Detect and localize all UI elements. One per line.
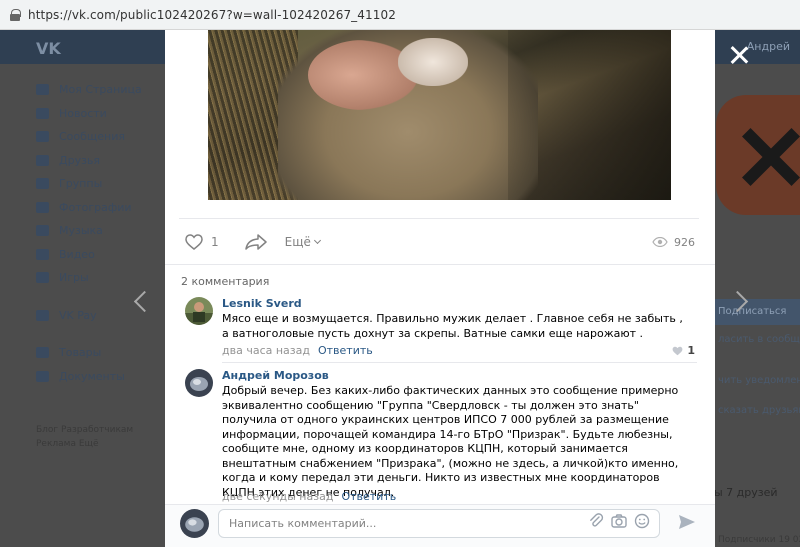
comment-composer: Написать комментарий... <box>165 504 715 547</box>
views-counter: 926 <box>652 236 695 249</box>
url-text[interactable]: https://vk.com/public102420267?w=wall-10… <box>28 8 396 22</box>
sidebar-item-friends[interactable]: Друзья <box>36 149 146 173</box>
sidebar-item-label: Игры <box>59 271 89 285</box>
sidebar-item-label: Видео <box>59 247 95 261</box>
games-icon <box>36 272 49 284</box>
comment-input-placeholder: Написать комментарий... <box>229 517 377 530</box>
eye-icon <box>652 237 668 247</box>
sidebar-item-music[interactable]: Музыка <box>36 219 146 243</box>
share-icon[interactable] <box>244 234 267 250</box>
comment-meta: два часа назад Ответить <box>222 344 373 357</box>
sidebar-footer: Блог Разработчикам Реклама Ещё <box>36 423 133 451</box>
like-icon[interactable] <box>185 234 203 250</box>
send-icon[interactable] <box>678 514 696 530</box>
invite-link[interactable]: ласить в сообщество <box>718 334 800 345</box>
footer-line[interactable]: Блог Разработчикам <box>36 423 133 437</box>
sidebar-item-label: Фотографии <box>59 200 132 214</box>
more-button[interactable]: Ещё <box>284 235 321 249</box>
comment-text: Мясо еще и возмущается. Правильно мужик … <box>222 312 683 340</box>
next-arrow-icon[interactable] <box>732 290 748 314</box>
sidebar-item-label: Документы <box>59 369 125 383</box>
sidebar-item-label: VK Pay <box>59 308 97 322</box>
comment: Lesnik Sverd Мясо еще и возмущается. Пра… <box>185 297 697 363</box>
community-avatar <box>716 95 800 215</box>
chevron-down-icon <box>313 236 321 245</box>
comment-author[interactable]: Андрей Морозов <box>222 369 329 382</box>
sidebar-item-messages[interactable]: Сообщения <box>36 125 146 149</box>
emoji-icon[interactable] <box>634 513 650 529</box>
reply-link[interactable]: Ответить <box>341 490 396 503</box>
post-photo[interactable] <box>208 30 671 200</box>
photos-icon <box>36 201 49 213</box>
sidebar-item-label: Группы <box>59 177 103 191</box>
vkpay-icon <box>36 309 49 321</box>
messages-icon <box>36 131 49 143</box>
attach-icon[interactable] <box>588 513 604 529</box>
sidebar-item-news[interactable]: Новости <box>36 102 146 126</box>
sidebar-item-label: Моя Страница <box>59 83 142 97</box>
comment-meta: две секунды назад Ответить <box>222 490 396 503</box>
market-icon <box>36 347 49 359</box>
comment-like-count: 1 <box>687 344 695 357</box>
sidebar-item-label: Товары <box>59 346 102 360</box>
address-bar[interactable]: https://vk.com/public102420267?w=wall-10… <box>0 0 800 30</box>
comment-author[interactable]: Lesnik Sverd <box>222 297 302 310</box>
sidebar-item-label: Новости <box>59 106 107 120</box>
home-icon <box>36 84 49 96</box>
friends-icon <box>36 154 49 166</box>
like-icon <box>672 346 683 356</box>
comment-time[interactable]: два часа назад <box>222 344 310 357</box>
sidebar-item-label: Сообщения <box>59 130 126 144</box>
avatar[interactable] <box>180 509 209 538</box>
notifications-link[interactable]: чить уведомления <box>718 375 800 386</box>
vk-logo: VK <box>36 39 61 58</box>
comments-count-title: 2 комментария <box>181 275 270 288</box>
sidebar-item-photos[interactable]: Фотографии <box>36 196 146 220</box>
reply-link[interactable]: Ответить <box>318 344 373 357</box>
comments-section: 2 комментария Lesnik Sverd Мясо еще и во… <box>165 264 715 504</box>
music-icon <box>36 225 49 237</box>
sidebar-item-label: Музыка <box>59 224 103 238</box>
camera-icon[interactable] <box>611 513 627 529</box>
comment: Андрей Морозов Добрый вечер. Без каких-л… <box>185 369 697 503</box>
more-label: Ещё <box>284 235 311 249</box>
followers-count: Подписчики 19 025 <box>718 535 800 545</box>
comment-time[interactable]: две секунды назад <box>222 490 333 503</box>
sidebar-item-my-page[interactable]: Моя Страница <box>36 78 146 102</box>
video-icon <box>36 248 49 260</box>
sidebar: Моя Страница Новости Сообщения Друзья Гр… <box>36 78 146 388</box>
sidebar-item-video[interactable]: Видео <box>36 243 146 267</box>
news-icon <box>36 107 49 119</box>
views-count: 926 <box>674 235 695 249</box>
groups-icon <box>36 178 49 190</box>
comment-text: Добрый вечер. Без каких-либо фактических… <box>222 384 679 499</box>
subscribe-button[interactable]: Подписаться <box>714 299 800 325</box>
sidebar-item-vkpay[interactable]: VK Pay <box>36 304 146 328</box>
prev-arrow-icon[interactable] <box>132 290 148 314</box>
tell-friends-link[interactable]: сказать друзьям <box>718 405 800 416</box>
sidebar-item-games[interactable]: Игры <box>36 266 146 290</box>
friends-count: ы 7 друзей <box>714 486 778 499</box>
sidebar-item-market[interactable]: Товары <box>36 341 146 365</box>
comment-like-button[interactable]: 1 <box>672 344 695 357</box>
post-modal: 1 Ещё 926 2 комментария Lesnik Sverd Мяс… <box>165 30 715 547</box>
sidebar-item-label: Друзья <box>59 153 101 167</box>
lock-icon <box>10 8 21 21</box>
sidebar-item-docs[interactable]: Документы <box>36 365 146 389</box>
avatar[interactable] <box>185 297 213 325</box>
sidebar-item-groups[interactable]: Группы <box>36 172 146 196</box>
like-count: 1 <box>211 235 219 249</box>
avatar[interactable] <box>185 369 213 397</box>
footer-line[interactable]: Реклама Ещё <box>36 437 133 451</box>
close-icon[interactable] <box>728 44 750 66</box>
header-user-name: Андрей <box>746 40 790 53</box>
post-actions: 1 Ещё 926 <box>185 230 695 254</box>
docs-icon <box>36 370 49 382</box>
